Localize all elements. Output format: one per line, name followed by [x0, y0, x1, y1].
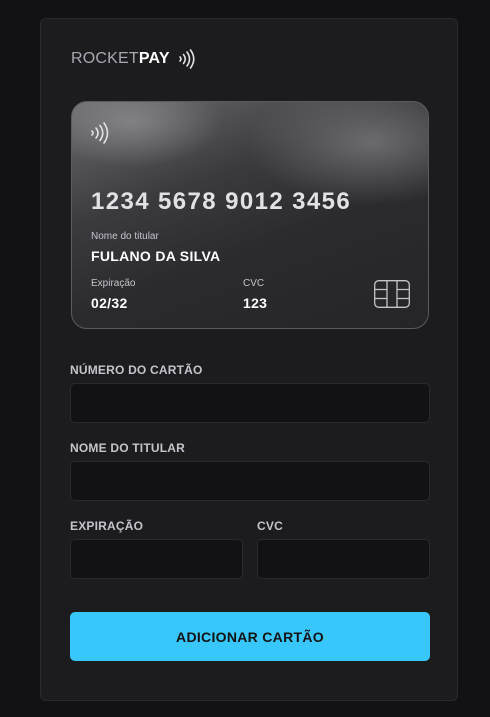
card-cvc-value: 123	[243, 295, 268, 311]
card-holder-label: Nome do titular	[91, 231, 159, 242]
brand-name-pay: PAY	[138, 50, 170, 67]
contactless-icon	[178, 49, 196, 69]
card-number-label: NÚMERO DO CARTÃO	[70, 363, 203, 377]
add-card-button[interactable]: ADICIONAR CARTÃO	[70, 612, 430, 661]
brand-name-rocket: ROCKET	[71, 50, 139, 67]
card-chip-icon	[374, 280, 410, 313]
credit-card-preview: 1234 5678 9012 3456 Nome do titular FULA…	[71, 101, 429, 329]
card-number-display: 1234 5678 9012 3456	[91, 188, 352, 215]
cvc-field-label: CVC	[257, 519, 283, 533]
card-holder-field-label: NOME DO TITULAR	[70, 441, 185, 455]
card-holder-input[interactable]	[70, 461, 430, 501]
expiry-field-label: EXPIRAÇÃO	[70, 519, 144, 533]
expiry-input[interactable]	[70, 539, 243, 579]
card-form-panel: ROCKET PAY 1234 5678 9012 3456 Nome do t…	[40, 18, 458, 701]
brand-logo: ROCKET PAY	[71, 47, 196, 71]
card-expiry-label: Expiração	[91, 278, 136, 289]
card-cvc-label: CVC	[243, 278, 265, 289]
card-expiry-value: 02/32	[91, 295, 128, 311]
cvc-input[interactable]	[257, 539, 430, 579]
contactless-icon	[90, 122, 110, 149]
card-number-input[interactable]	[70, 383, 430, 423]
card-holder-value: FULANO DA SILVA	[91, 248, 221, 264]
